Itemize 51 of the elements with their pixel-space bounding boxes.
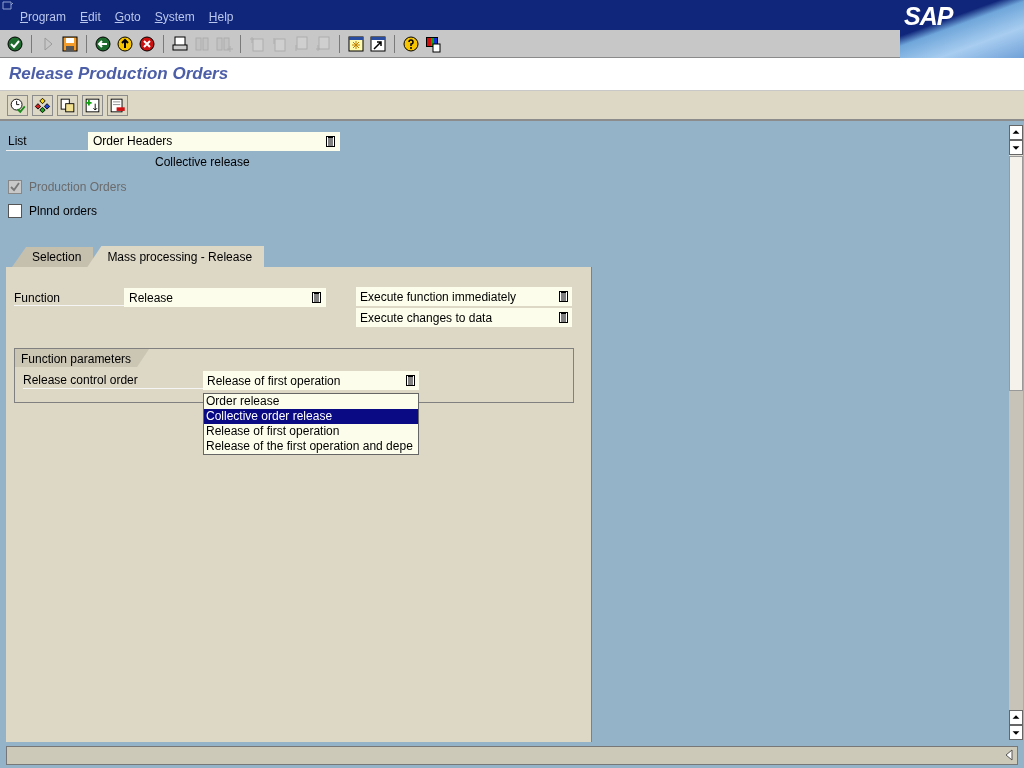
scroll-up-icon[interactable] (1009, 710, 1023, 725)
vertical-scrollbar[interactable] (1009, 125, 1023, 740)
menu-item[interactable]: Program (20, 8, 67, 26)
dropdown-option[interactable]: Release of the first operation and depe (204, 439, 418, 454)
group-title: Function parameters (15, 349, 150, 367)
scroll-down-icon[interactable] (1009, 725, 1023, 740)
copy-icon[interactable] (57, 94, 78, 116)
field-label: Release control order (23, 371, 203, 389)
list-dropdown[interactable]: Order Headers (88, 131, 340, 151)
print-icon[interactable] (171, 34, 189, 53)
list-icon[interactable] (559, 312, 568, 323)
check-icon[interactable] (6, 34, 24, 53)
scroll-up-icon[interactable] (1009, 125, 1023, 140)
screen-title: Release Production Orders (9, 63, 229, 86)
menu-item[interactable]: Help (208, 8, 234, 26)
cancel-icon[interactable] (138, 34, 156, 53)
checkbox-label: Plnnd orders (29, 203, 98, 220)
shortcut-icon[interactable] (369, 34, 387, 53)
caption-text: Collective release (155, 154, 250, 171)
list-icon[interactable] (326, 135, 335, 147)
diamonds-icon[interactable] (32, 94, 53, 116)
expand-left-icon[interactable] (1005, 749, 1013, 761)
tab[interactable]: Selection (12, 247, 94, 267)
dropdown-option[interactable]: Order release (204, 394, 418, 409)
monitor-icon[interactable] (424, 34, 442, 53)
dropdown-option[interactable]: Collective order release (204, 409, 418, 424)
window-icon[interactable] (347, 34, 365, 53)
window-icon[interactable] (2, 1, 14, 10)
add-down-icon[interactable] (82, 94, 103, 116)
function-dropdown[interactable]: Release (124, 288, 326, 307)
tab[interactable]: Mass processing - Release (87, 246, 265, 267)
list-icon[interactable] (406, 375, 415, 386)
back-icon[interactable] (94, 34, 112, 53)
option-dropdown[interactable]: Execute changes to data (356, 308, 572, 327)
menu-item[interactable]: Goto (114, 8, 141, 26)
list-icon[interactable] (312, 292, 321, 303)
remove-icon[interactable] (107, 94, 128, 116)
checkbox-label: Production Orders (29, 179, 127, 196)
dropdown-option[interactable]: Release of first operation (204, 424, 418, 439)
option-dropdown[interactable]: Execute function immediately (356, 287, 572, 306)
menu-item[interactable]: Edit (80, 8, 101, 26)
scroll-thumb[interactable] (1009, 156, 1023, 391)
help-icon[interactable] (402, 34, 420, 53)
menu-item[interactable]: System (154, 8, 195, 26)
logo: SAP (904, 1, 953, 32)
release-control-dropdown[interactable]: Release of first operation (203, 371, 419, 390)
list-icon[interactable] (559, 291, 568, 302)
checkbox[interactable] (8, 204, 22, 218)
save-icon[interactable] (61, 34, 79, 53)
clock-check-icon[interactable] (7, 94, 28, 116)
scroll-down-icon[interactable] (1009, 140, 1023, 155)
